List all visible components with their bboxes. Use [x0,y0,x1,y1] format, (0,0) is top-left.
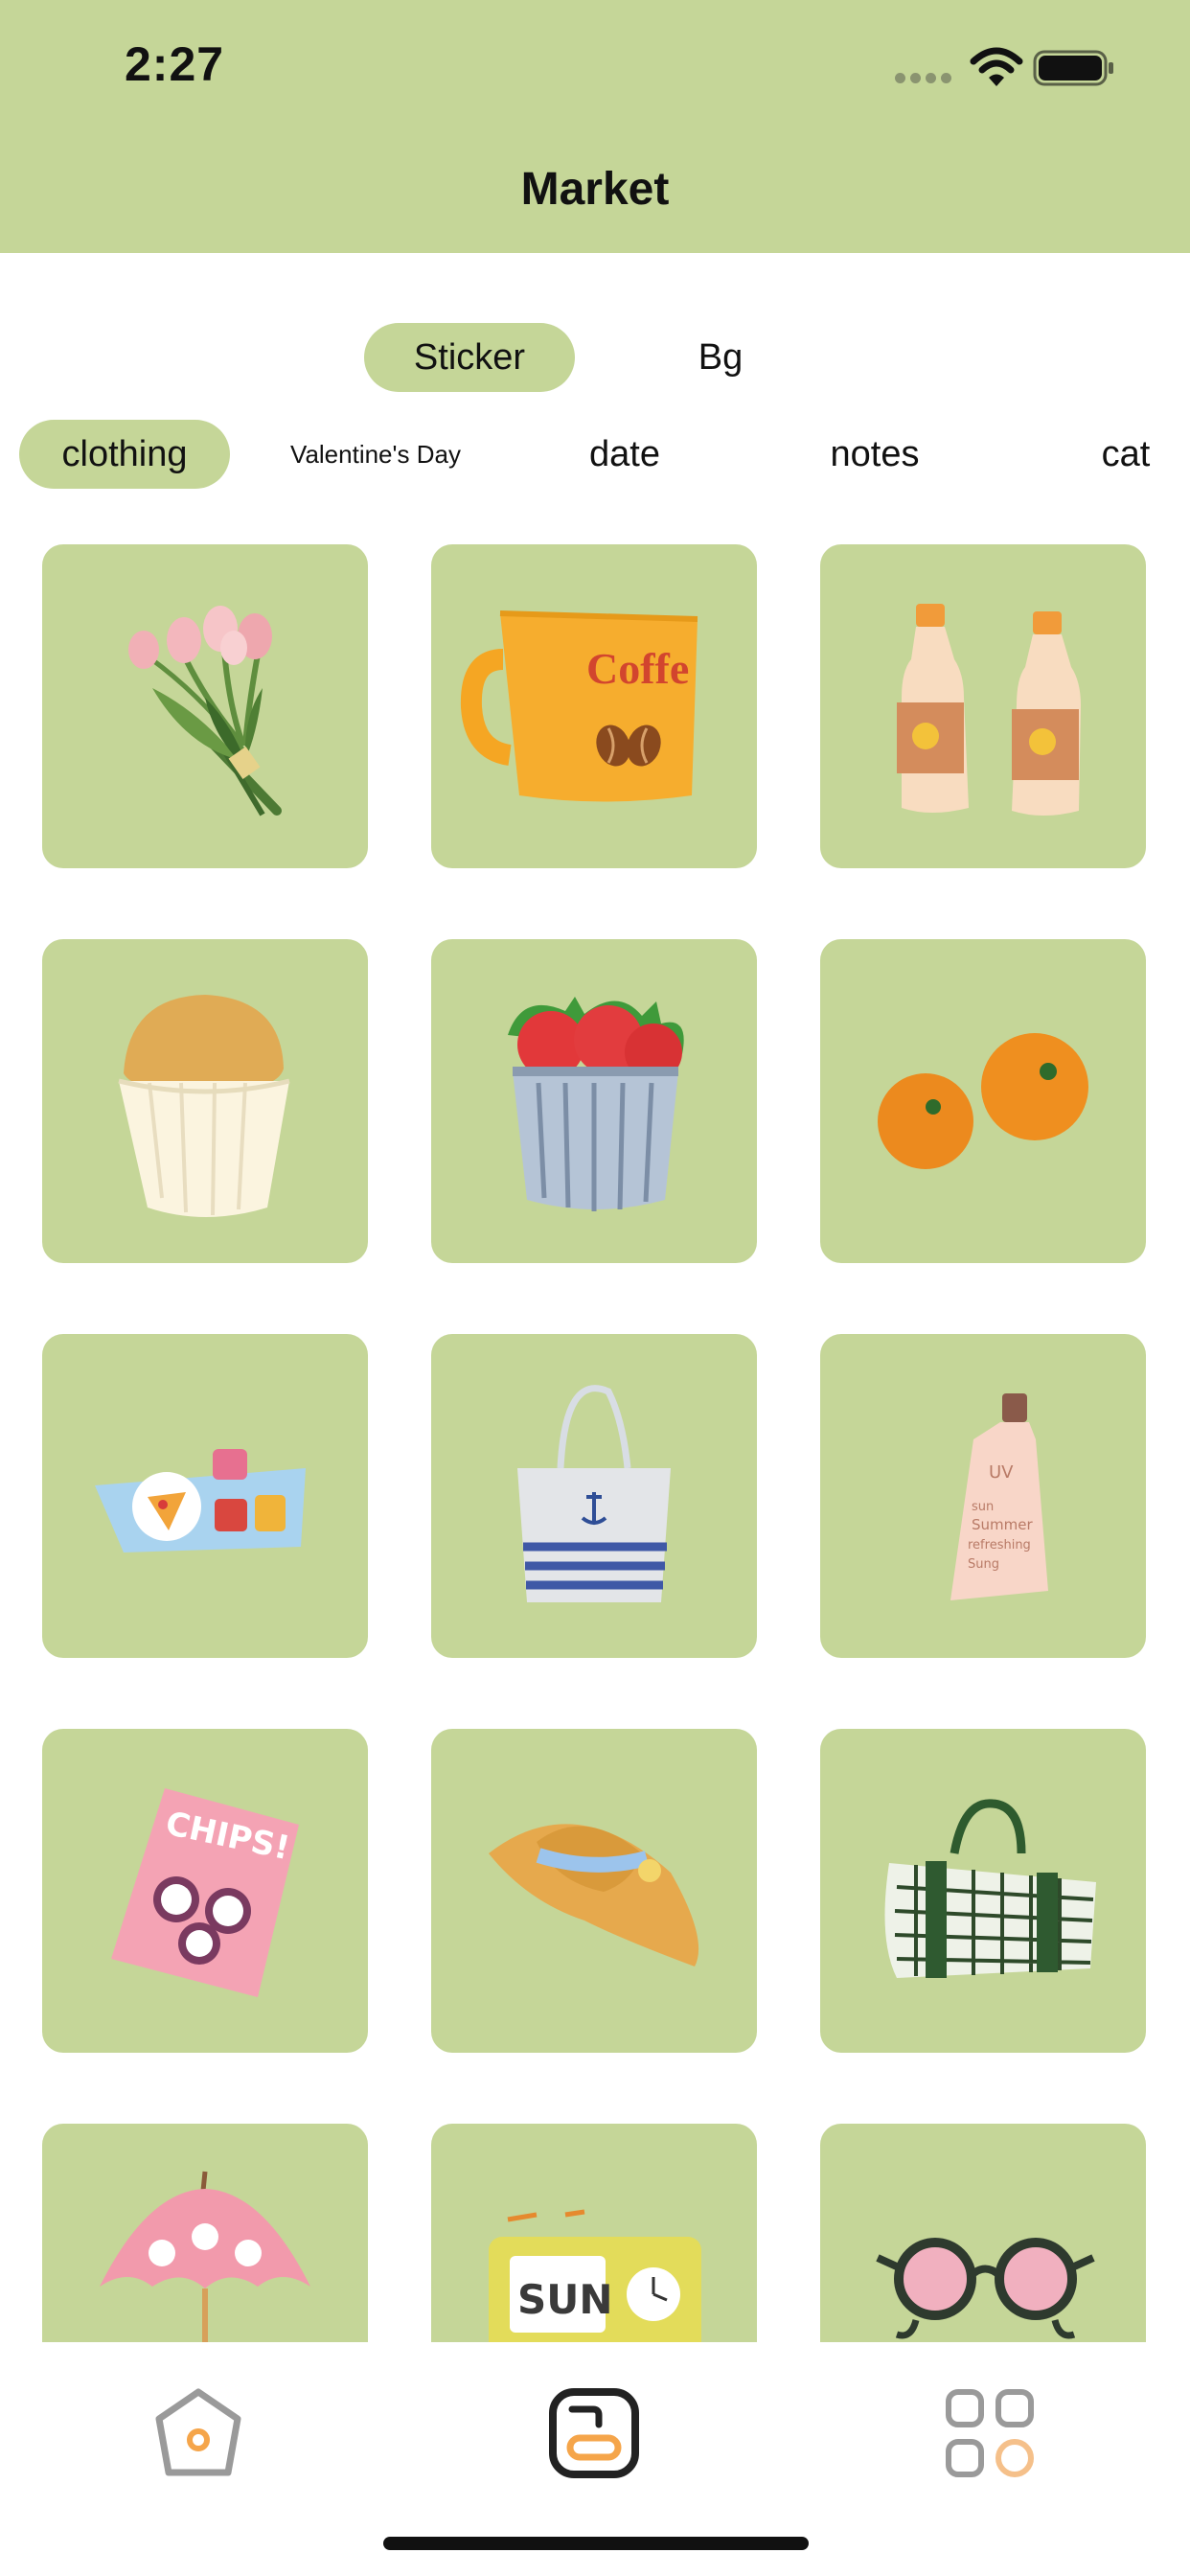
sunscreen-tube-sticker: UV sun Summer refreshing Sung [950,1393,1048,1600]
sticker-tile-chips-bag[interactable]: CHIPS! [42,1729,368,2053]
radio-clock-sticker: SUN [489,2209,701,2342]
sunscreen-line-1: UV [989,1462,1014,1483]
strawberry-bucket-sticker [508,997,684,1211]
apps-grid-icon [946,2389,1034,2477]
sticker-tile-radio-clock[interactable]: SUN [431,2124,757,2342]
category-date[interactable]: date [538,420,711,489]
sticker-tile-strawberry-bucket[interactable] [431,939,757,1263]
sticker-tile-tulip-bouquet[interactable] [42,544,368,868]
signal-dots-icon [895,73,952,83]
sticker-tile-picnic-mat[interactable] [820,1729,1146,2053]
sticker-tile-tote-bag[interactable] [431,1334,757,1658]
muffin-sticker [118,995,290,1217]
sunscreen-line-3: Summer [972,1516,1033,1533]
status-icons [895,46,1115,88]
oranges-sticker [878,1033,1088,1169]
sticker-tile-sunscreen-tube[interactable]: UV sun Summer refreshing Sung [820,1334,1146,1658]
sticker-tile-picnic-blanket[interactable] [42,1334,368,1658]
sticker-tile-coffee-mug[interactable]: Coffe [431,544,757,868]
parasol-sticker [100,2171,310,2342]
sticker-tile-juice-bottles[interactable] [820,544,1146,868]
sticker-tile-oranges[interactable] [820,939,1146,1263]
wifi-icon [970,47,1023,86]
juice-bottles-sticker [897,604,1081,816]
sunglasses-sticker [876,2238,1095,2339]
battery-icon [1033,50,1113,86]
picnic-blanket-sticker [95,1449,306,1552]
picnic-mat-sticker [884,1799,1096,1978]
category-notes[interactable]: notes [784,420,966,489]
sunscreen-line-2: sun [972,1500,994,1514]
sunscreen-line-5: Sung [968,1557,999,1572]
tab-apps[interactable] [937,2380,1042,2486]
segment-bg[interactable]: Bg [625,323,816,392]
sunscreen-line-4: refreshing [968,1538,1031,1552]
sticker-grid: Coffe UV sun Summer refreshing Sung CHIP… [0,537,1190,2342]
segment-sticker[interactable]: Sticker [364,323,575,392]
sticker-tile-straw-hat[interactable] [431,1729,757,2053]
tab-market[interactable] [541,2380,647,2486]
sticker-tile-muffin[interactable] [42,939,368,1263]
page-title: Market [520,164,670,215]
coffee-mug-text: Coffe [586,644,689,693]
header-bar: 2:27 Market [0,0,1190,253]
category-cat[interactable]: cat [1064,420,1188,489]
category-valentines-day[interactable]: Valentine's Day [261,420,491,489]
home-icon [155,2388,241,2476]
chips-bag-sticker: CHIPS! [111,1788,299,1997]
tab-home[interactable] [146,2380,251,2486]
coffee-mug-sticker: Coffe [460,610,698,802]
radio-clock-text: SUN [517,2276,613,2323]
market-icon [549,2388,639,2478]
sticker-tile-parasol[interactable] [42,2124,368,2342]
tulip-bouquet-sticker [128,606,282,816]
straw-hat-sticker [489,1824,699,1966]
home-indicator [383,2537,809,2550]
tote-bag-sticker [517,1385,671,1602]
status-time: 2:27 [125,37,225,91]
sticker-tile-sunglasses[interactable] [820,2124,1146,2342]
category-clothing[interactable]: clothing [19,420,230,489]
